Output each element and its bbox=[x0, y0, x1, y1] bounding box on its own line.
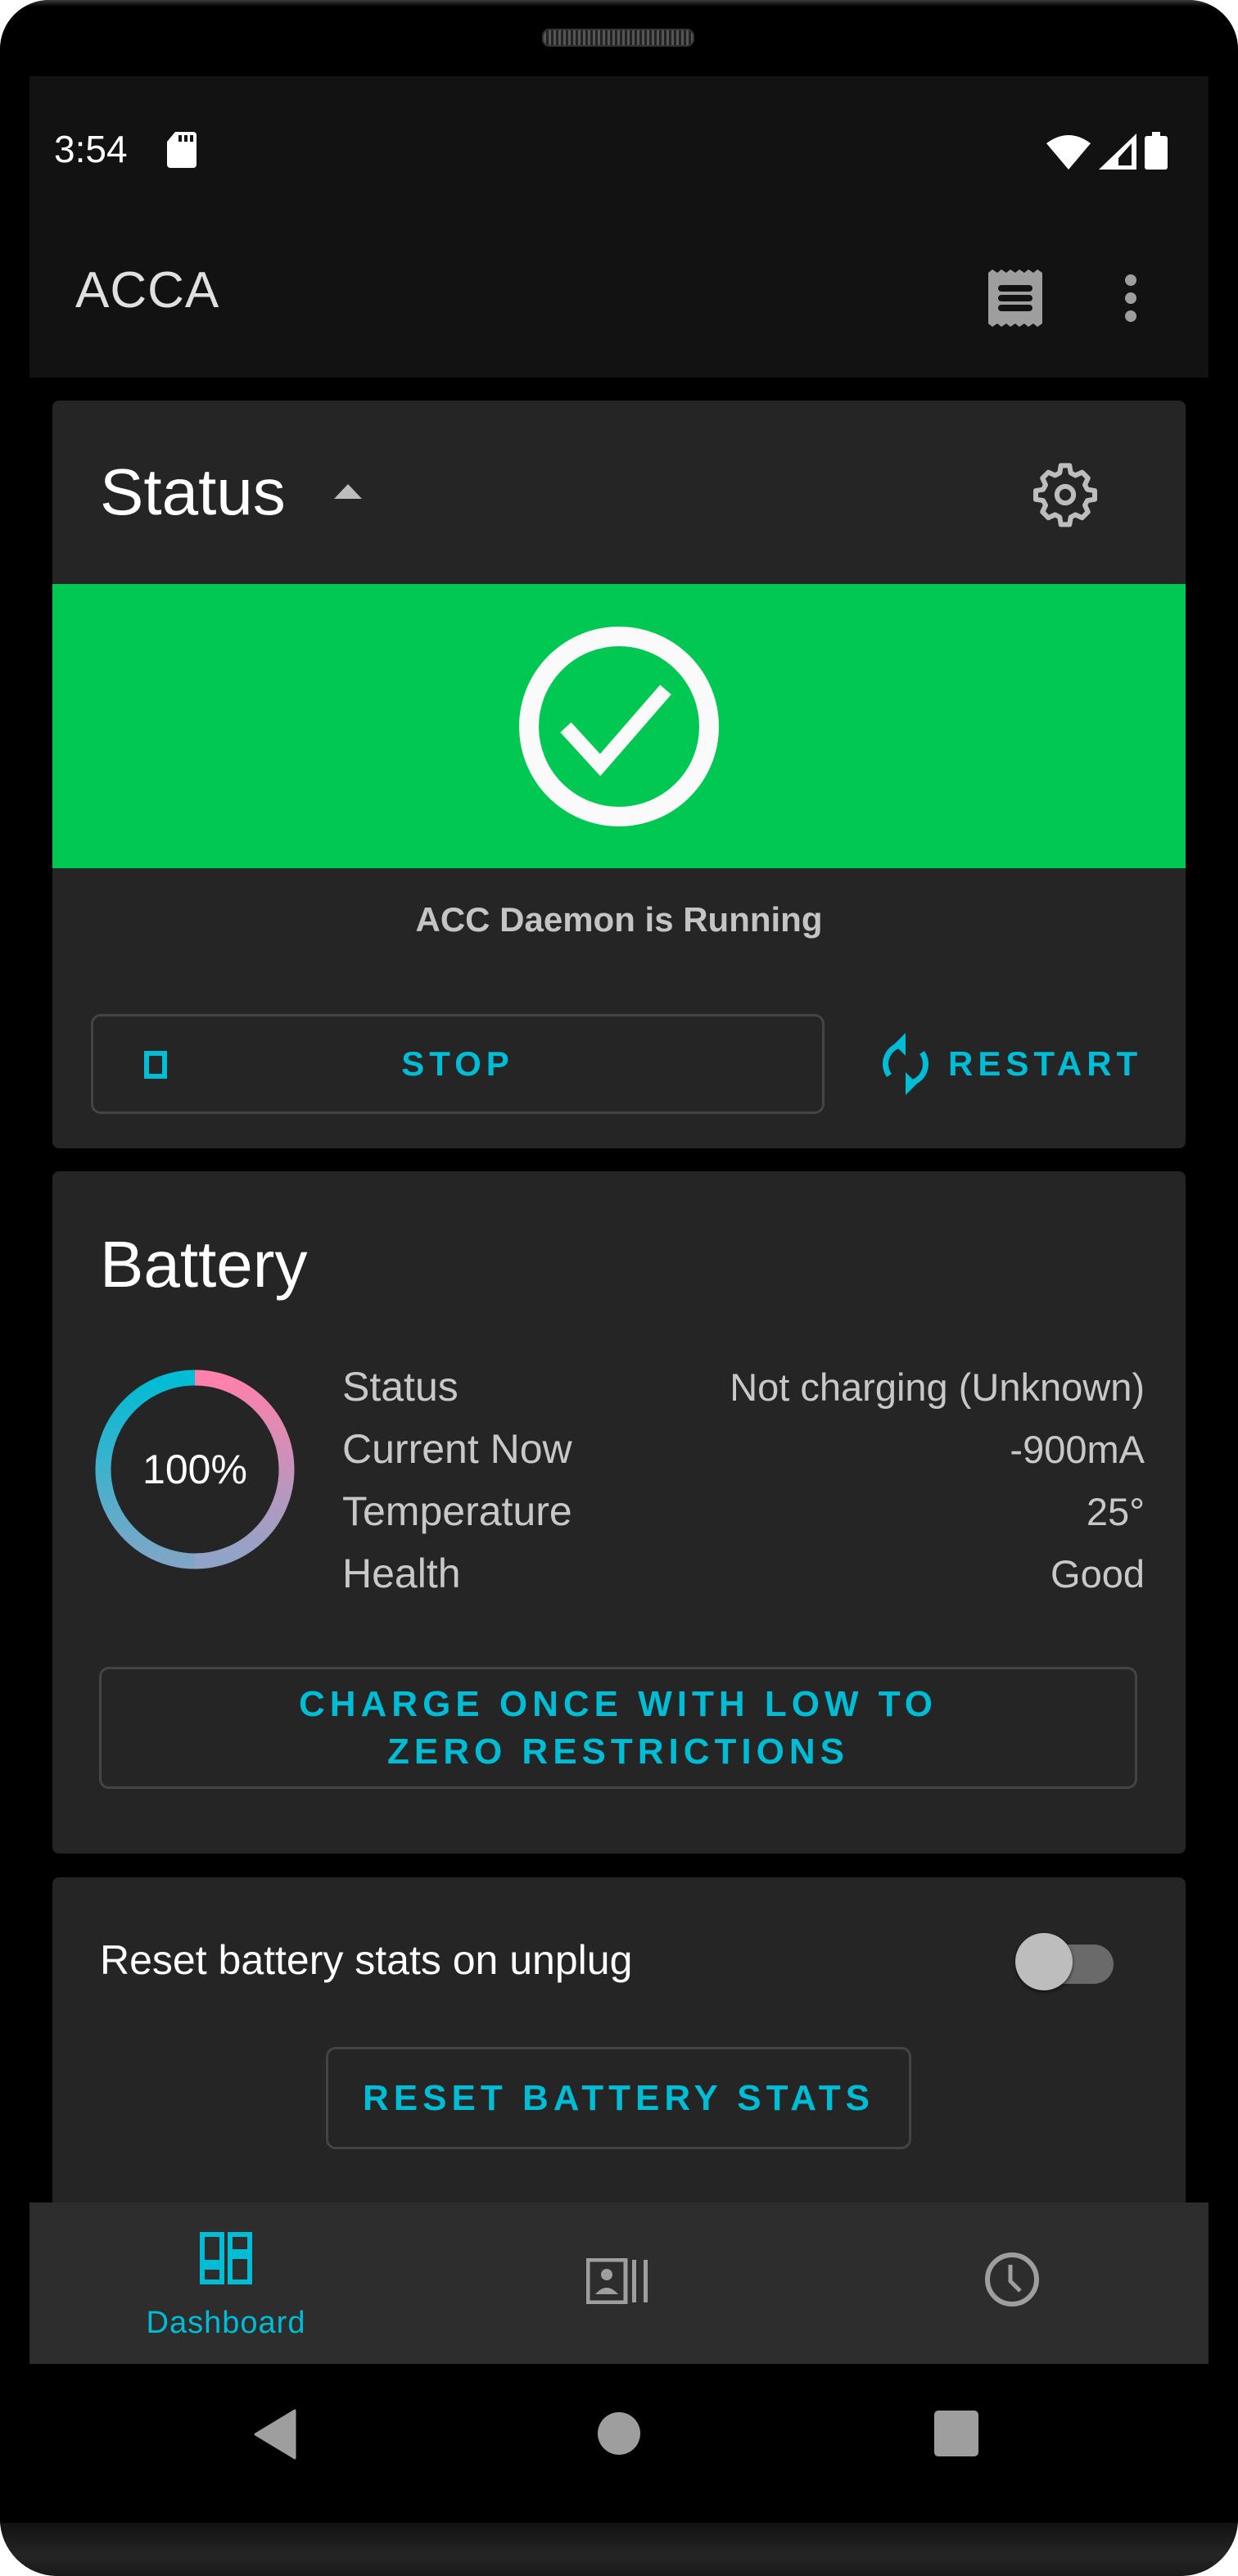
charge-once-button[interactable]: CHARGE ONCE WITH LOW TO ZERO RESTRICTION… bbox=[99, 1667, 1137, 1789]
overflow-menu-button[interactable] bbox=[1086, 253, 1176, 343]
settings-gear-icon[interactable] bbox=[1028, 458, 1102, 532]
reset-on-unplug-toggle[interactable] bbox=[1015, 1933, 1114, 1992]
status-card-title: Status bbox=[100, 455, 286, 528]
battery-info-list: Status Not charging (Unknown) Current Now -… bbox=[342, 1356, 1145, 1605]
home-icon[interactable] bbox=[597, 2411, 641, 2456]
wifi-icon bbox=[1046, 135, 1091, 170]
cell-signal-icon bbox=[1099, 134, 1136, 170]
nav-item-dashboard[interactable]: Dashboard bbox=[29, 2203, 422, 2364]
nav-item-schedules[interactable] bbox=[816, 2203, 1209, 2364]
stop-icon bbox=[144, 1051, 167, 1079]
status-card: Status ACC Daemon is Running STOP RESTAR… bbox=[52, 401, 1186, 1148]
status-card-header[interactable]: Status bbox=[52, 401, 1186, 584]
profiles-icon bbox=[586, 2258, 648, 2304]
earpiece-speaker bbox=[542, 29, 694, 47]
schedule-icon bbox=[985, 2252, 1039, 2307]
reset-battery-stats-button[interactable]: RESET BATTERY STATS bbox=[326, 2047, 911, 2149]
check-circle-icon bbox=[519, 626, 719, 826]
sd-card-icon bbox=[167, 132, 197, 168]
logs-button[interactable] bbox=[970, 253, 1060, 343]
bottom-navigation: Dashboard bbox=[29, 2203, 1209, 2364]
daemon-status-banner bbox=[52, 584, 1186, 868]
battery-info-key: Health bbox=[342, 1551, 461, 1596]
battery-info-row: Health Good bbox=[342, 1542, 1145, 1605]
battery-info-row: Current Now -900mA bbox=[342, 1418, 1145, 1480]
status-icons bbox=[1046, 132, 1168, 170]
battery-info-row: Temperature 25° bbox=[342, 1480, 1145, 1542]
nav-label-dashboard: Dashboard bbox=[146, 2306, 306, 2340]
reset-stats-card: Reset battery stats on unplug RESET BATT… bbox=[52, 1877, 1186, 2203]
battery-info-row: Status Not charging (Unknown) bbox=[342, 1356, 1145, 1418]
stop-daemon-button[interactable]: STOP bbox=[91, 1014, 825, 1114]
more-vert-icon bbox=[1125, 274, 1136, 322]
system-navigation-bar bbox=[0, 2364, 1238, 2544]
nav-item-profiles[interactable] bbox=[422, 2203, 816, 2364]
battery-info-key: Temperature bbox=[342, 1488, 572, 1534]
sync-icon bbox=[882, 1033, 929, 1095]
phone-frame: 3:54 ACCA Status ACC Daemon is Running S… bbox=[0, 0, 1238, 2576]
app-bar: ACCA bbox=[29, 220, 1209, 378]
battery-info-value: -900mA bbox=[1010, 1427, 1145, 1471]
phone-bezel bbox=[0, 0, 1238, 76]
reset-on-unplug-label: Reset battery stats on unplug bbox=[100, 1937, 633, 1983]
screen: 3:54 ACCA Status ACC Daemon is Running S… bbox=[29, 76, 1209, 2364]
daemon-status-text: ACC Daemon is Running bbox=[415, 900, 823, 939]
battery-level-ring: 100% bbox=[93, 1367, 297, 1572]
receipt-icon bbox=[988, 269, 1042, 327]
back-icon[interactable] bbox=[254, 2409, 296, 2460]
recents-icon[interactable] bbox=[933, 2410, 979, 2457]
battery-card-title: Battery bbox=[100, 1228, 308, 1301]
status-bar: 3:54 bbox=[29, 76, 1209, 220]
battery-info-value: Good bbox=[1050, 1551, 1145, 1596]
battery-full-icon bbox=[1145, 132, 1168, 170]
restart-label: RESTART bbox=[948, 1044, 1143, 1083]
restart-daemon-button[interactable]: RESTART bbox=[881, 1027, 1176, 1101]
battery-level-label: 100% bbox=[142, 1446, 247, 1492]
collapse-arrow-icon[interactable] bbox=[334, 484, 362, 499]
status-time: 3:54 bbox=[54, 128, 128, 170]
app-title: ACCA bbox=[75, 262, 220, 319]
phone-chin bbox=[0, 2523, 1238, 2576]
battery-card: Battery 100% Status Not charging (Unknow… bbox=[52, 1171, 1186, 1854]
battery-info-key: Current Now bbox=[342, 1426, 572, 1472]
battery-info-value: Not charging (Unknown) bbox=[730, 1365, 1145, 1409]
battery-info-value: 25° bbox=[1086, 1489, 1145, 1533]
stop-label: STOP bbox=[401, 1044, 514, 1083]
dashboard-content[interactable]: Status ACC Daemon is Running STOP RESTAR… bbox=[29, 378, 1209, 2203]
toggle-thumb bbox=[1015, 1933, 1073, 1990]
battery-info-key: Status bbox=[342, 1364, 459, 1410]
dashboard-icon bbox=[200, 2232, 252, 2284]
